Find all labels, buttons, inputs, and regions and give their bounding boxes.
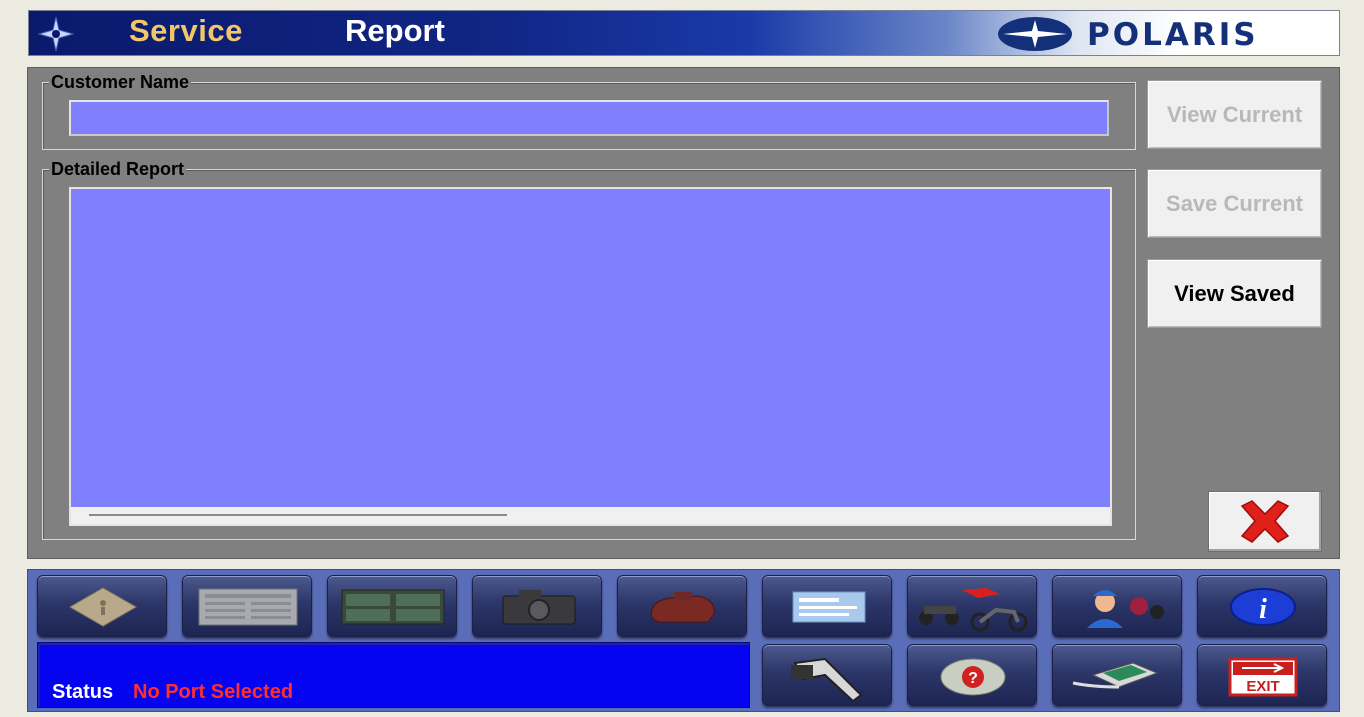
title-bar: Service Report POLARIS — [28, 10, 1340, 56]
view-saved-button[interactable]: View Saved — [1147, 259, 1322, 328]
scrollbar-thumb[interactable] — [89, 514, 507, 516]
diagnostic-diamond-icon — [68, 587, 138, 627]
detailed-report-textarea[interactable] — [69, 187, 1112, 526]
engine-button[interactable] — [617, 575, 747, 637]
main-panel: Customer Name Detailed Report View Curre… — [27, 67, 1340, 559]
diagnostic-button[interactable] — [37, 575, 167, 637]
technician-icon — [1087, 590, 1164, 628]
report-card-button[interactable] — [762, 575, 892, 637]
info-button[interactable]: i — [1197, 575, 1327, 637]
technician-button[interactable] — [1052, 575, 1182, 637]
gauge-display-icon — [341, 589, 445, 625]
view-current-button[interactable]: View Current — [1147, 80, 1322, 149]
interface-device-button[interactable] — [1052, 644, 1182, 706]
title-report: Report — [345, 13, 445, 48]
wrench-button[interactable] — [762, 644, 892, 706]
vehicles-button[interactable] — [907, 575, 1037, 637]
vehicles-icon — [919, 588, 1028, 632]
svg-text:EXIT: EXIT — [1246, 678, 1279, 695]
status-value: No Port Selected — [133, 681, 294, 703]
exit-button[interactable]: EXIT — [1197, 644, 1327, 706]
close-button[interactable] — [1208, 491, 1322, 552]
title-service: Service — [129, 13, 243, 48]
help-icon: ? — [940, 658, 1006, 696]
help-button[interactable]: ? — [907, 644, 1037, 706]
data-sheet-button[interactable] — [182, 575, 312, 637]
polaris-logo: POLARIS — [997, 15, 1333, 53]
exit-icon: EXIT — [1228, 657, 1298, 697]
camera-button[interactable] — [472, 575, 602, 637]
detailed-report-group: Detailed Report — [42, 159, 1136, 540]
status-bar: Status No Port Selected — [37, 642, 750, 708]
camera-icon — [502, 590, 576, 625]
info-icon: i — [1230, 588, 1296, 626]
app-star-icon — [37, 16, 75, 52]
wrench-icon — [791, 657, 863, 703]
polaris-star-icon — [998, 17, 1072, 51]
save-current-button[interactable]: Save Current — [1147, 169, 1322, 238]
engine-icon — [650, 592, 715, 623]
close-x-icon — [1240, 500, 1290, 543]
polaris-logo-text: POLARIS — [1087, 17, 1259, 53]
customer-name-input[interactable] — [69, 100, 1109, 136]
horizontal-scrollbar[interactable] — [71, 507, 1110, 524]
svg-text:i: i — [1259, 594, 1267, 625]
detailed-report-label: Detailed Report — [49, 159, 187, 179]
status-label: Status — [52, 681, 114, 703]
gauge-display-button[interactable] — [327, 575, 457, 637]
bottom-toolbar: i Status No Port Selected ? EXIT — [27, 569, 1340, 712]
customer-name-group: Customer Name — [42, 72, 1136, 150]
report-card-icon — [792, 591, 866, 623]
customer-name-label: Customer Name — [49, 72, 192, 92]
svg-text:?: ? — [968, 670, 978, 687]
data-sheet-icon — [198, 588, 298, 626]
interface-device-icon — [1072, 662, 1159, 689]
